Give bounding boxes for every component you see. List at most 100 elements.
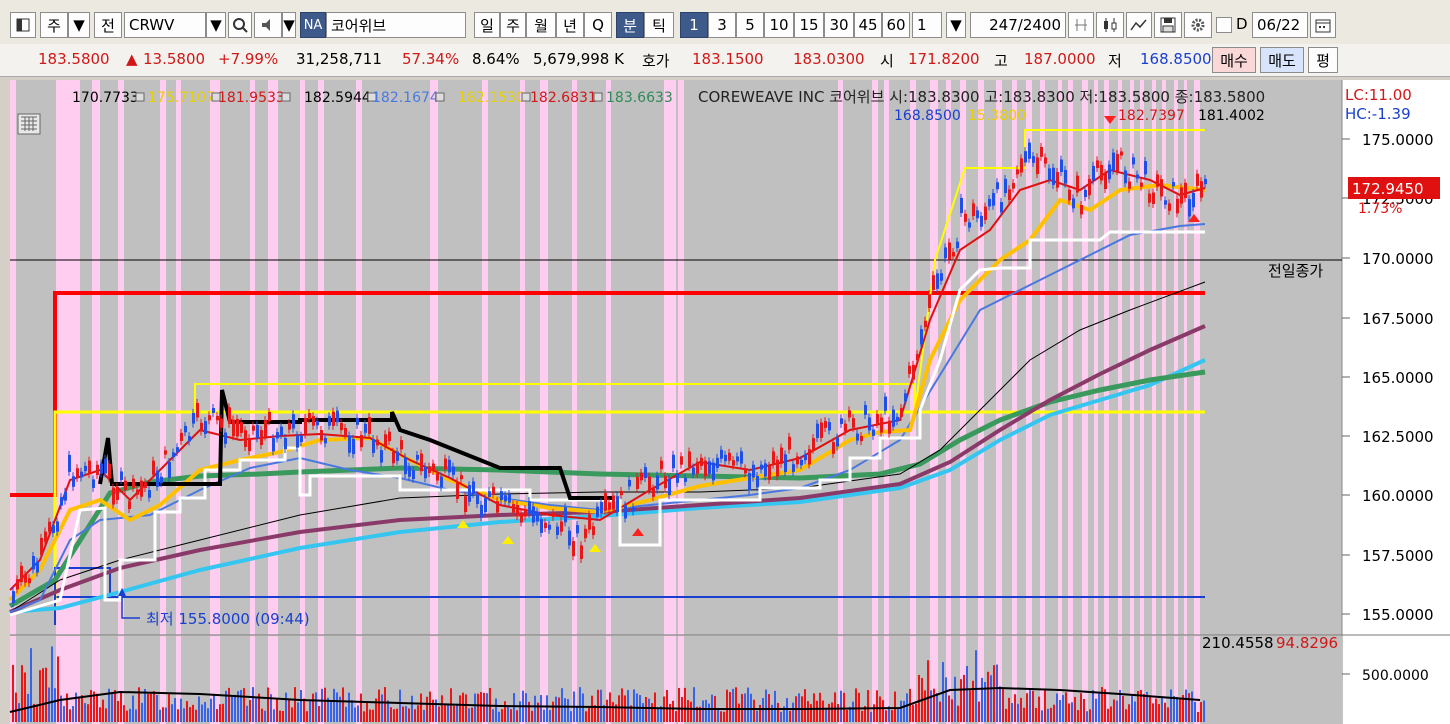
candle-body: [1004, 178, 1007, 194]
volume-bar: [123, 705, 125, 722]
candle-body: [216, 415, 219, 421]
interval-1[interactable]: 1: [680, 12, 708, 38]
candle-body: [48, 521, 51, 532]
legend-checkbox[interactable]: [521, 92, 531, 102]
volume-bar: [468, 708, 470, 722]
volume-bar: [708, 703, 710, 722]
calendar-icon[interactable]: [1310, 12, 1336, 38]
volume-bar: [1179, 699, 1181, 722]
candle-body: [992, 193, 995, 206]
interval-5[interactable]: 5: [736, 12, 764, 38]
speaker-dropdown-icon[interactable]: ▼: [282, 12, 296, 38]
symbol-dropdown-icon[interactable]: ▼: [206, 12, 226, 38]
candle-body: [296, 435, 299, 448]
mode-button[interactable]: 전: [94, 12, 122, 38]
sell-button[interactable]: 매도: [1260, 47, 1304, 73]
avg-button[interactable]: 평: [1308, 47, 1338, 73]
session-band: [56, 80, 80, 635]
volume-bar: [759, 704, 761, 722]
volume-bar: [180, 698, 182, 722]
price-chart[interactable]: 500.0000 최저 155.8000 (09:44) 170.7733 175…: [0, 78, 1450, 724]
candle-body: [1136, 174, 1139, 179]
volume-bar: [1104, 689, 1106, 722]
period-day[interactable]: 일: [474, 12, 500, 38]
volume-bar: [342, 687, 344, 722]
bar-count[interactable]: 247: [989, 16, 1018, 34]
candle-body: [508, 494, 511, 503]
volume-bar: [144, 689, 146, 722]
candle-body: [608, 502, 611, 510]
line-chart-icon[interactable]: [1126, 12, 1152, 38]
period-year[interactable]: 년: [556, 12, 584, 38]
period-quarter[interactable]: Q: [584, 12, 612, 38]
menu-button[interactable]: 주: [40, 12, 68, 38]
legend-checkbox[interactable]: [593, 92, 603, 102]
volume-bar: [42, 668, 44, 722]
volume-bar: [1110, 706, 1112, 722]
candle-body: [488, 491, 491, 497]
candle-body: [412, 470, 415, 480]
candle-icon[interactable]: [1096, 12, 1124, 38]
volume-bar: [534, 695, 536, 722]
interval-60[interactable]: 60: [882, 12, 910, 38]
volume-bar: [1191, 691, 1193, 722]
compare-icon[interactable]: [1068, 12, 1094, 38]
volume-bar: [540, 695, 542, 722]
interval-30[interactable]: 30: [824, 12, 854, 38]
candle-body: [976, 210, 979, 219]
speaker-icon[interactable]: [254, 12, 282, 38]
volume-bar: [174, 698, 176, 722]
candle-body: [880, 417, 883, 433]
interval-3[interactable]: 3: [708, 12, 736, 38]
volume-bar: [417, 705, 419, 722]
candle-body: [1196, 173, 1199, 186]
session-band: [318, 80, 324, 635]
interval-10[interactable]: 10: [764, 12, 794, 38]
candle-body: [1132, 157, 1135, 165]
volume-bar: [954, 676, 956, 722]
volume-bar: [351, 700, 353, 722]
bar-count-field[interactable]: 247/2400: [970, 12, 1066, 38]
volume-bar: [1047, 708, 1049, 722]
symbol-input[interactable]: CRWV: [124, 12, 206, 38]
volume-bar: [525, 693, 527, 722]
candle-body: [168, 462, 171, 478]
menu-dropdown-icon[interactable]: ▼: [68, 12, 90, 38]
volume-bar: [159, 709, 161, 722]
market-tag[interactable]: NA: [300, 12, 326, 38]
period-minute[interactable]: 분: [616, 12, 644, 38]
interval-15[interactable]: 15: [794, 12, 824, 38]
legend-checkbox[interactable]: [435, 92, 445, 102]
volume-bar: [480, 692, 482, 722]
volume-bar: [48, 687, 50, 722]
candle-body: [1024, 151, 1027, 163]
save-icon[interactable]: [1154, 12, 1182, 38]
candle-body: [244, 430, 247, 448]
interval-input[interactable]: 1: [912, 12, 942, 38]
candle-body: [1152, 192, 1155, 205]
candle-body: [896, 416, 899, 422]
period-week[interactable]: 주: [500, 12, 526, 38]
volume-bar: [720, 711, 722, 722]
session-band: [540, 80, 548, 635]
volume-bar: [1008, 697, 1010, 722]
date-input[interactable]: 06/22: [1252, 12, 1308, 38]
legend-checkbox[interactable]: [135, 92, 145, 102]
candle-body: [680, 456, 683, 465]
settings-gear-icon[interactable]: [1184, 12, 1212, 38]
search-icon[interactable]: [228, 12, 252, 38]
candle-body: [460, 475, 463, 480]
candle-body: [256, 425, 259, 439]
period-month[interactable]: 월: [526, 12, 556, 38]
window-menu-icon[interactable]: [10, 12, 36, 38]
date-checkbox[interactable]: [1216, 17, 1232, 33]
interval-45[interactable]: 45: [854, 12, 882, 38]
candle-body: [1112, 152, 1115, 171]
buy-button[interactable]: 매수: [1212, 47, 1256, 73]
legend-checkbox[interactable]: [281, 92, 291, 102]
candle-body: [1116, 154, 1119, 172]
period-tick[interactable]: 틱: [644, 12, 674, 38]
interval-dropdown-icon[interactable]: ▼: [946, 12, 966, 38]
date-checkbox-label: D: [1236, 15, 1248, 33]
volume-bar: [1050, 707, 1052, 722]
